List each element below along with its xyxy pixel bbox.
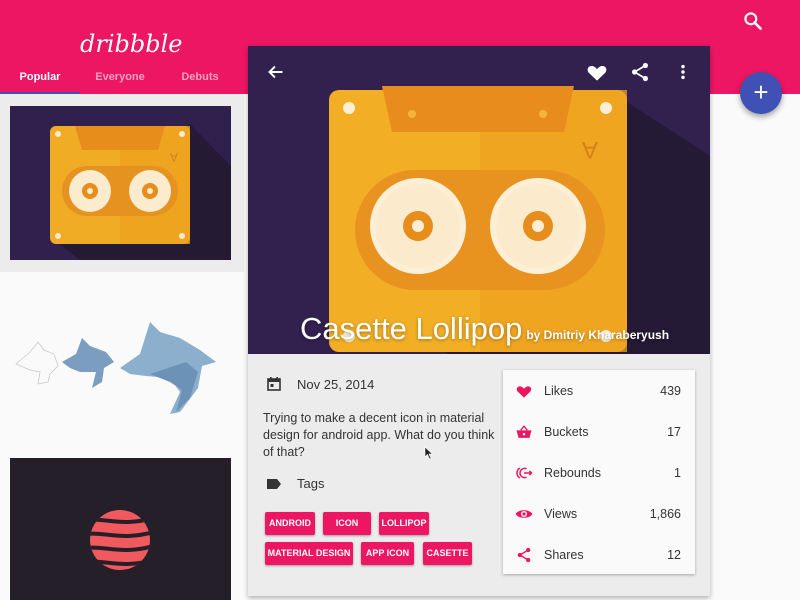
eye-icon <box>515 509 533 518</box>
detail-toolbar <box>248 46 710 96</box>
stat-label: Views <box>544 506 578 521</box>
wolf-thumbnail-image <box>15 322 216 414</box>
stat-buckets[interactable]: Buckets 17 <box>503 411 695 452</box>
stat-value: 12 <box>667 547 681 562</box>
casette-thumbnail-image: A <box>50 124 231 260</box>
search-icon <box>744 12 762 30</box>
shot-date: Nov 25, 2014 <box>297 376 375 392</box>
heart-icon <box>516 385 532 398</box>
plus-icon: + <box>753 77 769 107</box>
shot-description: Trying to make a decent icon in material… <box>263 411 495 459</box>
date-row: Nov 25, 2014 <box>266 376 374 392</box>
tag-chip[interactable]: ICON <box>323 512 371 535</box>
stat-value: 17 <box>667 424 681 439</box>
stats-card: Likes 439 Buckets 17 Rebounds 1 Views 1,… <box>503 370 695 574</box>
add-fab-button[interactable]: + <box>740 72 782 114</box>
stat-value: 1 <box>674 465 681 480</box>
stat-likes[interactable]: Likes 439 <box>503 370 695 411</box>
tag-chip[interactable]: CASETTE <box>423 542 472 565</box>
share-icon <box>517 547 531 562</box>
svg-text:A: A <box>170 150 178 164</box>
share-button[interactable] <box>627 59 653 85</box>
stat-views[interactable]: Views 1,866 <box>503 493 695 534</box>
stat-value: 1,866 <box>649 506 681 521</box>
shot-thumbnail-sphere[interactable] <box>10 458 231 600</box>
calendar-icon <box>267 377 281 391</box>
stat-label: Likes <box>544 383 574 398</box>
shot-feed: A <box>0 94 245 600</box>
more-button[interactable] <box>670 59 696 85</box>
tag-icon <box>267 478 281 489</box>
share-icon <box>631 62 649 82</box>
stat-label: Shares <box>544 547 584 562</box>
tab-popular[interactable]: Popular <box>0 62 80 94</box>
more-vert-icon <box>681 64 685 80</box>
basket-icon <box>516 424 532 438</box>
shot-title: Casette Lollipop <box>300 311 523 346</box>
shot-thumbnail-wolf[interactable] <box>10 302 231 422</box>
rebound-icon <box>516 466 533 479</box>
dribbble-logo: dribbble <box>80 30 183 58</box>
svg-text:A: A <box>582 136 598 163</box>
shot-author[interactable]: by Dmitriy Kharaberyush <box>526 328 669 342</box>
tab-everyone[interactable]: Everyone <box>80 62 160 94</box>
heart-icon <box>587 65 607 81</box>
tags-label: Tags <box>297 476 325 491</box>
arrow-back-icon <box>268 65 283 79</box>
mouse-cursor-icon <box>424 446 434 460</box>
stat-label: Rebounds <box>544 465 601 480</box>
tag-chip[interactable]: LOLLIPOP <box>379 512 429 535</box>
tab-debuts[interactable]: Debuts <box>160 62 240 94</box>
shot-info-panel: Nov 25, 2014 Trying to make a decent ico… <box>248 354 710 596</box>
stat-value: 439 <box>660 383 681 398</box>
shot-thumbnail-casette[interactable]: A <box>10 106 231 260</box>
sphere-thumbnail-image <box>90 510 150 570</box>
stat-rebounds[interactable]: Rebounds 1 <box>503 452 695 493</box>
tab-bar: Popular Everyone Debuts <box>0 62 248 94</box>
tag-chip[interactable]: MATERIAL DESIGN <box>265 542 353 565</box>
tag-chip[interactable]: APP ICON <box>361 542 414 565</box>
back-button[interactable] <box>263 59 289 85</box>
shot-title-block: Casette Lollipop by Dmitriy Kharaberyush <box>300 311 669 347</box>
tag-chip[interactable]: ANDROID <box>265 512 315 535</box>
app-root: dribbble Popular Everyone Debuts A A Cas… <box>0 0 800 600</box>
shot-detail-card: A Casette Lollipop by Dmitriy Kharaberyu… <box>248 46 710 596</box>
tags-header: Tags <box>266 476 324 491</box>
stat-shares[interactable]: Shares 12 <box>503 534 695 575</box>
like-button[interactable] <box>584 59 610 85</box>
search-button[interactable] <box>740 8 766 34</box>
stat-label: Buckets <box>544 424 589 439</box>
